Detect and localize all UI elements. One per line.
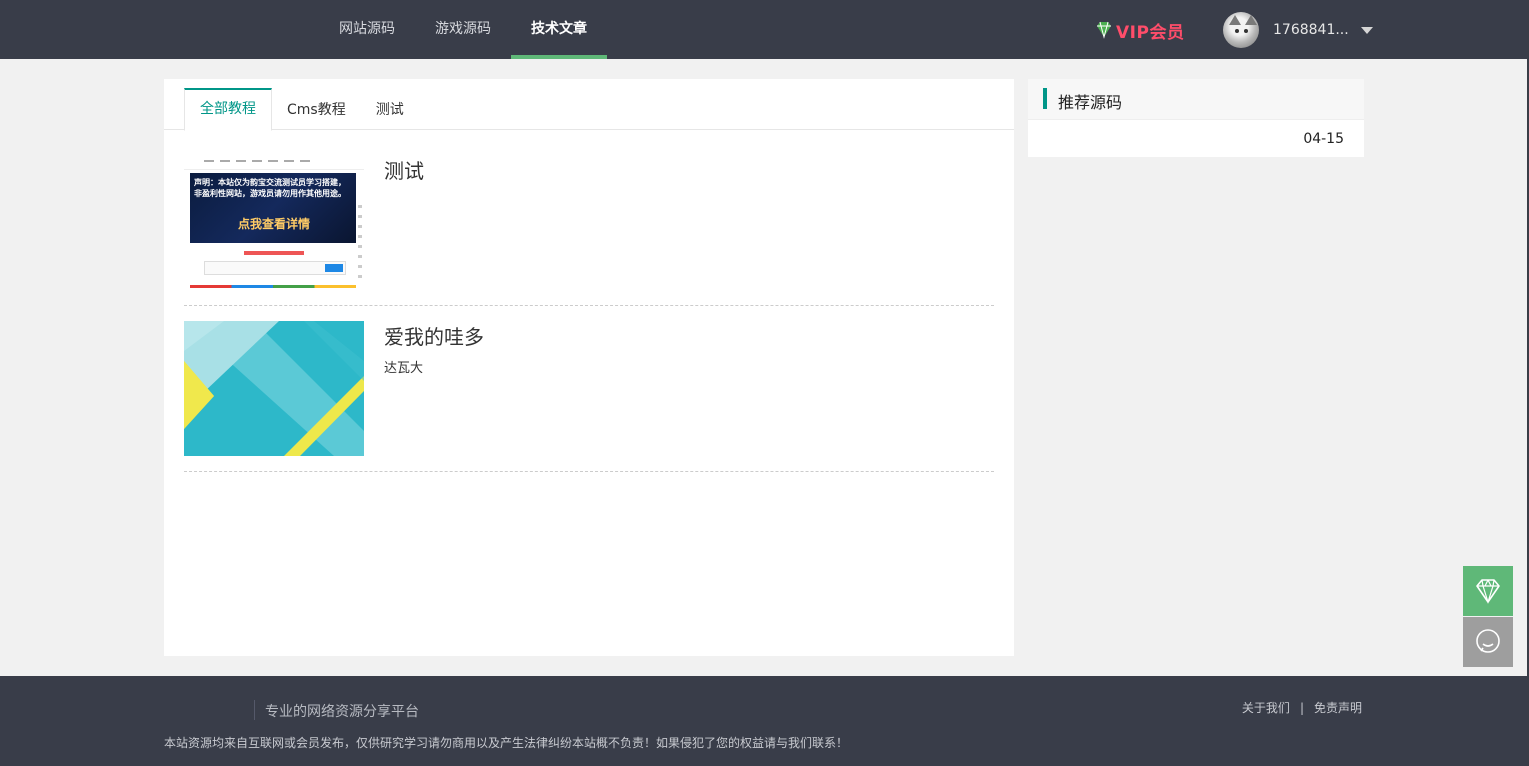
user-menu[interactable]: 1768841... xyxy=(1223,12,1373,48)
article-title[interactable]: 爱我的哇多 xyxy=(384,321,484,350)
main-nav: 网站源码 游戏源码 技术文章 xyxy=(319,0,607,59)
list-item[interactable]: 声明：本站仅为韵宝交流测试员学习搭建，非盈利性网站，游戏员请勿用作其他用途。 点… xyxy=(184,155,994,306)
chat-float-button[interactable] xyxy=(1463,617,1513,667)
category-tabs: 全部教程 Cms教程 测试 xyxy=(184,88,419,131)
about-us-link[interactable]: 关于我们 xyxy=(1242,701,1290,715)
header-accent-bar xyxy=(1043,88,1047,109)
article-list-panel: 全部教程 Cms教程 测试 声明：本站仅为韵宝交流测试员学习搭建，非盈利性网站，… xyxy=(164,79,1014,656)
footer-separator xyxy=(254,700,255,720)
divider xyxy=(184,471,994,472)
recommended-panel: 推荐源码 04-15 xyxy=(1028,79,1364,157)
diamond-icon xyxy=(1097,21,1111,39)
recommended-title: 推荐源码 xyxy=(1058,93,1123,112)
footer-slogan: 专业的网络资源分享平台 xyxy=(265,704,419,720)
footer-disclaimer: 本站资源均来自互联网或会员发布，仅供研究学习请勿商用以及产生法律纠纷本站概不负责… xyxy=(164,736,849,750)
list-item[interactable]: 04-15 xyxy=(1028,120,1364,157)
site-logo[interactable] xyxy=(164,12,284,46)
site-footer: 专业的网络资源分享平台 本站资源均来自互联网或会员发布，仅供研究学习请勿商用以及… xyxy=(0,676,1527,766)
avatar[interactable] xyxy=(1223,12,1259,48)
caret-down-icon[interactable] xyxy=(1360,26,1373,34)
article-desc: 达瓦大 xyxy=(384,361,424,376)
diamond-icon xyxy=(1476,579,1500,604)
nav-item-game-source[interactable]: 游戏源码 xyxy=(415,0,511,59)
divider xyxy=(184,305,994,306)
vip-link[interactable]: VIP会员 xyxy=(1094,17,1184,43)
nav-item-website-source[interactable]: 网站源码 xyxy=(319,0,415,59)
tab-all-tutorials[interactable]: 全部教程 xyxy=(184,88,272,131)
tab-cms-tutorials[interactable]: Cms教程 xyxy=(272,89,361,129)
item-date: 04-15 xyxy=(1303,131,1344,147)
top-header: 网站源码 游戏源码 技术文章 VIP会员 1768841... xyxy=(0,0,1527,59)
nav-item-tech-articles[interactable]: 技术文章 xyxy=(511,0,607,59)
link-separator: | xyxy=(1299,701,1304,715)
article-thumbnail[interactable] xyxy=(184,321,364,456)
article-thumbnail[interactable]: 声明：本站仅为韵宝交流测试员学习搭建，非盈利性网站，游戏员请勿用作其他用途。 点… xyxy=(184,155,364,290)
vip-label: VIP会员 xyxy=(1116,22,1185,43)
thumbnail-cta-text: 点我查看详情 xyxy=(238,217,311,231)
username[interactable]: 1768841... xyxy=(1273,22,1349,38)
tab-test[interactable]: 测试 xyxy=(361,89,419,129)
disclaimer-link[interactable]: 免责声明 xyxy=(1314,701,1362,715)
thumbnail-notice-text: 声明：本站仅为韵宝交流测试员学习搭建，非盈利性网站，游戏员请勿用作其他用途。 xyxy=(194,178,346,198)
list-item[interactable]: 爱我的哇多 达瓦大 xyxy=(184,321,994,472)
footer-links: 关于我们 | 免责声明 xyxy=(1242,699,1362,716)
vip-float-button[interactable] xyxy=(1463,566,1513,616)
chat-icon xyxy=(1476,629,1500,653)
footer-logo xyxy=(164,698,254,722)
article-title[interactable]: 测试 xyxy=(384,155,424,184)
recommended-header: 推荐源码 xyxy=(1028,79,1364,120)
